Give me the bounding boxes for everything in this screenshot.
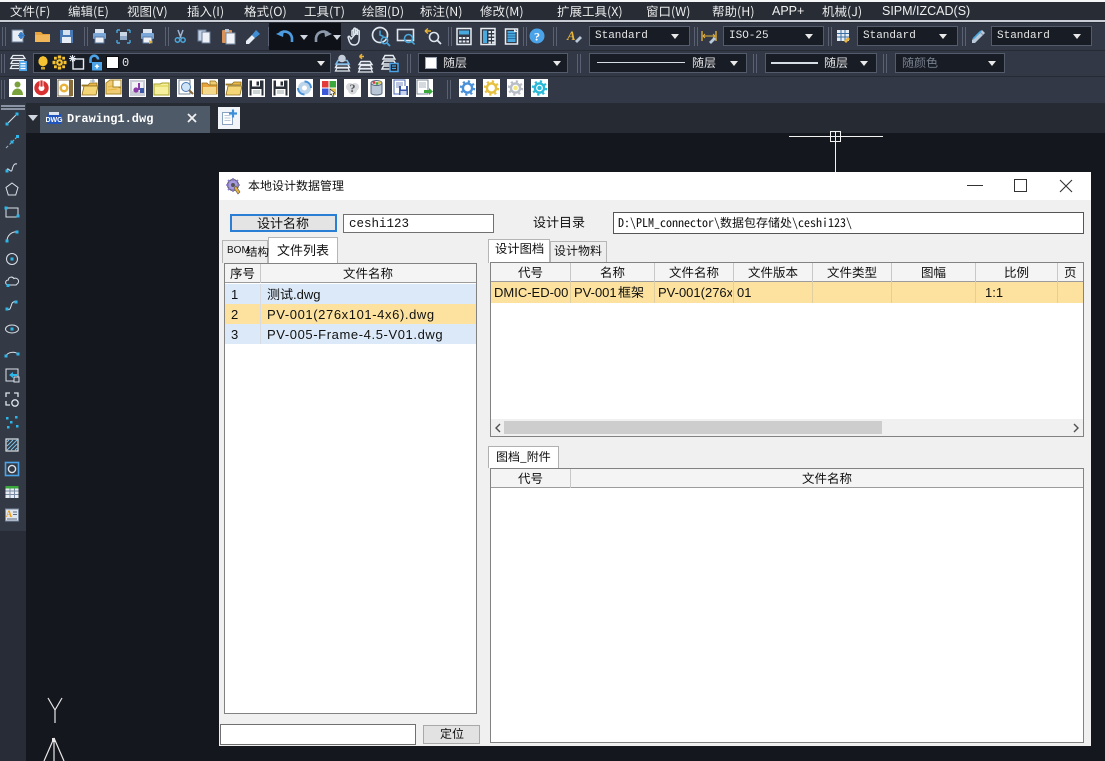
- svg-text:?: ?: [350, 81, 356, 95]
- svg-text:A: A: [566, 28, 576, 43]
- svg-text:A: A: [6, 509, 13, 519]
- svg-text:DWG: DWG: [46, 117, 63, 124]
- svg-text:?: ?: [534, 30, 540, 44]
